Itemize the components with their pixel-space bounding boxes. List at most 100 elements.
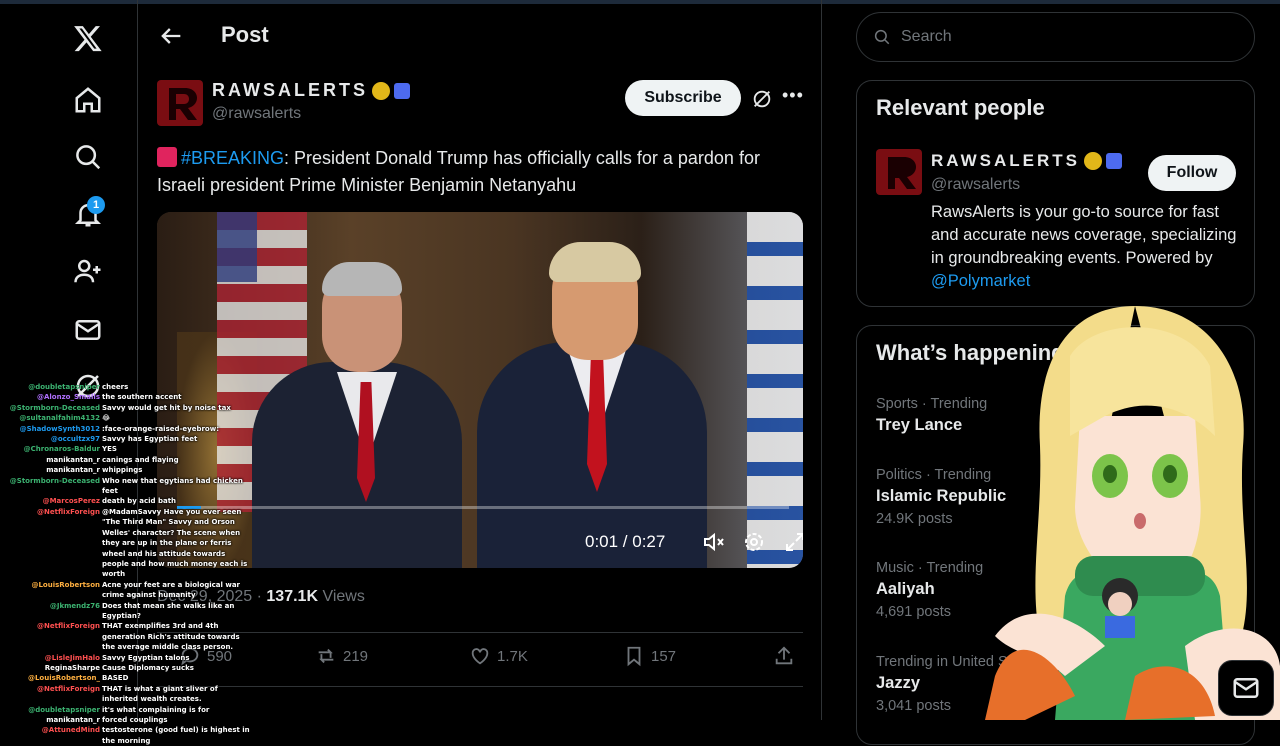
video-flag-right <box>747 212 803 568</box>
chat-message: @LisleJimHalo Savvy Egyptian talons <box>0 653 260 663</box>
chat-username: ReginaSharpe <box>44 663 100 672</box>
like-count: 1.7K <box>497 647 528 665</box>
back-arrow-icon[interactable] <box>157 22 185 50</box>
notifications-badge: 1 <box>87 196 105 214</box>
chat-message: @NetflixForeign @MadamSavvy Have you ever… <box>0 507 260 580</box>
author-avatar[interactable] <box>157 80 203 126</box>
chat-message: manikantan_r forced couplings <box>0 715 260 725</box>
relevant-name[interactable]: RAWSALERTS <box>931 151 1122 171</box>
chat-username: @Stormborn-Deceased <box>9 476 100 485</box>
polymarket-mention[interactable]: @Polymarket <box>931 272 1030 290</box>
chat-text: cheers <box>102 383 129 391</box>
relevant-bio-text: RawsAlerts is your go-to source for fast… <box>931 203 1237 267</box>
post-text: #BREAKING: President Donald Trump has of… <box>157 145 807 199</box>
author-name-text: RAWSALERTS <box>212 80 368 100</box>
chat-message: @ShadowSynth3012:face-orange-raised-eyeb… <box>0 424 260 434</box>
grok-explain-icon[interactable] <box>751 88 773 110</box>
chat-message: @AttunedMind testosterone (good fuel) is … <box>0 725 260 746</box>
follow-button[interactable]: Follow <box>1148 155 1236 191</box>
chat-text: YES <box>102 445 117 454</box>
settings-gear-icon[interactable] <box>742 530 766 554</box>
chat-username: @ShadowSynth3012 <box>19 424 100 433</box>
trend-item[interactable]: Music · Trending Aaliyah 4,691 posts <box>876 560 983 620</box>
fullscreen-icon[interactable] <box>783 530 803 554</box>
views-count: 137.1K <box>266 588 318 605</box>
chat-text: canings and flaying <box>102 455 179 464</box>
chat-message: manikantan_r whippings <box>0 465 260 475</box>
chat-message: ReginaSharpe Cause Diplomacy sucks <box>0 663 260 673</box>
like-button[interactable]: 1.7K <box>469 645 528 667</box>
subscribe-button[interactable]: Subscribe <box>625 80 741 116</box>
chat-username: manikantan_r <box>46 466 100 475</box>
chat-username: @NetflixForeign <box>37 684 100 693</box>
relevant-people-panel: Relevant people RAWSALERTS @rawsalerts F… <box>856 80 1255 307</box>
search-input[interactable] <box>901 28 1201 46</box>
chat-text: :face-orange-raised-eyebrow: <box>102 424 220 433</box>
x-logo-icon[interactable] <box>62 12 114 64</box>
bookmark-button[interactable]: 157 <box>623 645 676 667</box>
trend-name: Trey Lance <box>876 416 963 434</box>
chat-text: it's what complaining is for <box>102 705 210 714</box>
chat-username: @NetflixForeign <box>37 507 100 516</box>
repost-count: 219 <box>343 647 369 665</box>
relevant-name-text: RAWSALERTS <box>931 151 1080 170</box>
chat-text: 😂 <box>102 414 111 423</box>
chat-username: manikantan_r <box>46 716 100 724</box>
more-options-icon[interactable]: ••• <box>782 86 804 108</box>
chat-text: whippings <box>102 466 143 475</box>
chat-message: @doubletapsniper cheers <box>0 382 260 392</box>
siren-emoji-icon <box>157 147 177 167</box>
video-progress-bar[interactable] <box>177 506 789 509</box>
share-icon[interactable] <box>773 645 795 667</box>
page-title: Post <box>221 22 269 47</box>
chat-message: @NetflixForeign THAT is what a giant sliv… <box>0 684 260 705</box>
chat-message: @Stormborn-Deceased Who new that egytians… <box>0 476 260 497</box>
chat-message: @Chronaros-Baldur YES <box>0 444 260 454</box>
chat-text: Cause Diplomacy sucks <box>102 663 194 672</box>
chat-text: Savvy Egyptian talons <box>102 653 190 662</box>
search-bar-icon <box>874 29 890 45</box>
chat-username: @Stormborn-Deceased <box>9 403 100 412</box>
chat-text: testosterone (good fuel) is highest in t… <box>102 726 250 745</box>
chat-text: forced couplings <box>102 716 168 724</box>
author-name[interactable]: RAWSALERTS <box>212 80 410 101</box>
bookmark-count: 157 <box>651 647 677 665</box>
search-bar[interactable] <box>856 12 1255 62</box>
chat-text: BASED <box>102 674 129 683</box>
chat-username: @LisleJimHalo <box>44 653 100 662</box>
relevant-handle[interactable]: @rawsalerts <box>931 176 1020 194</box>
chat-username: @MarcosPerez <box>42 497 100 506</box>
repost-button[interactable]: 219 <box>315 645 368 667</box>
chat-message: @doubletapsniper it's what complaining is… <box>0 705 260 715</box>
chat-username: @Alonzo_Smalls <box>36 393 100 402</box>
chat-username: @Chronaros-Baldur <box>23 445 100 454</box>
chat-message: @occultzx97 Savvy has Egyptian feet <box>0 434 260 444</box>
dm-drawer-icon[interactable] <box>1218 660 1274 716</box>
search-icon[interactable] <box>62 131 114 183</box>
mute-icon[interactable] <box>702 530 726 554</box>
chat-username: @LouisRobertson <box>31 580 100 589</box>
breaking-hashtag[interactable]: #BREAKING <box>181 148 284 168</box>
chat-message: @LouisRobertson_ BASED <box>0 673 260 683</box>
chat-text: Who new that egytians had chicken feet <box>102 476 243 496</box>
video-time: 0:01 / 0:27 <box>585 532 666 551</box>
chat-username: @Jkmendz76 <box>49 601 100 610</box>
chat-message: manikantan_r canings and flaying <box>0 455 260 465</box>
chat-message: @sultanalfahim4132 😂 <box>0 413 260 423</box>
stream-chat-overlay: @doubletapsniper cheers @Alonzo_Smalls the … <box>0 382 260 745</box>
home-icon[interactable] <box>62 74 114 126</box>
chat-text: THAT exemplifies 3rd and 4th generation … <box>102 622 240 652</box>
chat-text: Does that mean she walks like an Egyptia… <box>102 601 235 620</box>
relevant-bio: RawsAlerts is your go-to source for fast… <box>931 201 1241 293</box>
chat-text: death by acid bath <box>102 497 177 506</box>
follow-people-icon[interactable] <box>62 245 114 297</box>
video-person-left-hair <box>322 262 402 296</box>
relevant-avatar[interactable] <box>876 149 922 195</box>
trend-category: Sports · Trending <box>876 396 988 412</box>
notifications-bell-icon[interactable] <box>62 188 114 240</box>
trend-item[interactable]: Sports · Trending Trey Lance <box>876 396 987 435</box>
author-handle[interactable]: @rawsalerts <box>212 105 301 123</box>
chat-username: @doubletapsniper <box>28 705 100 714</box>
messages-mail-icon[interactable] <box>62 304 114 356</box>
chat-message: @Stormborn-Deceased Savvy would get hit b… <box>0 403 260 413</box>
